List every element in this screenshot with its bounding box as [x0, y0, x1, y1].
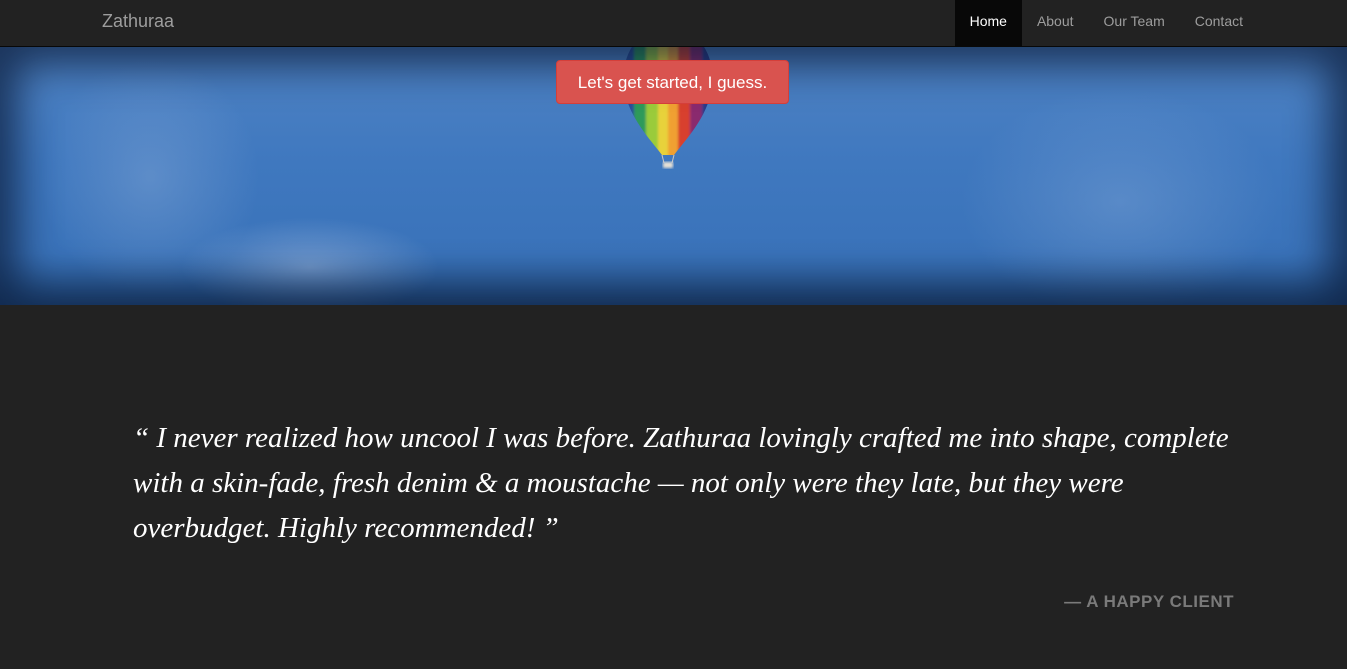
- nav-item-home[interactable]: Home: [954, 0, 1022, 46]
- get-started-button[interactable]: Let's get started, I guess.: [556, 60, 789, 104]
- testimonial-attribution: — A HAPPY CLIENT: [1064, 592, 1234, 611]
- nav-item-our-team[interactable]: Our Team: [1089, 0, 1180, 46]
- nav-item-contact[interactable]: Contact: [1180, 0, 1258, 46]
- brand-logo[interactable]: Zathuraa: [102, 0, 174, 42]
- nav-menu: Home About Our Team Contact: [954, 0, 1258, 46]
- nav-item-about[interactable]: About: [1022, 0, 1089, 46]
- navbar: Zathuraa Home About Our Team Contact: [0, 0, 1347, 47]
- testimonial-quote: “ I never realized how uncool I was befo…: [133, 422, 1229, 544]
